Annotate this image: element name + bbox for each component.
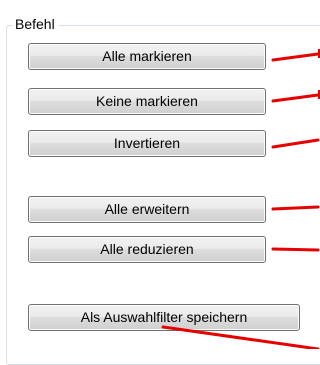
invert-selection-button[interactable]: Invertieren	[28, 130, 266, 157]
select-all-button[interactable]: Alle markieren	[28, 43, 266, 70]
expand-all-button[interactable]: Alle erweitern	[28, 196, 266, 223]
collapse-all-button[interactable]: Alle reduzieren	[28, 236, 266, 263]
select-none-button[interactable]: Keine markieren	[28, 88, 266, 115]
group-title: Befehl	[12, 16, 58, 32]
save-as-selection-filter-button[interactable]: Als Auswahlfilter speichern	[28, 304, 300, 331]
